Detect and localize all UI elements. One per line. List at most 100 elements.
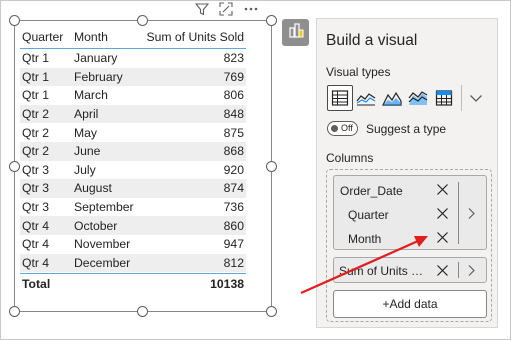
toggle-state-label: Off [341, 123, 353, 133]
measure-field-pill[interactable]: Sum of Units Sold [333, 257, 487, 283]
column-header-quarter[interactable]: Quarter [20, 30, 74, 44]
cell-quarter: Qtr 2 [22, 125, 50, 140]
table-row: Qtr 3 July 920 [20, 161, 246, 180]
table-row: Qtr 3 September 736 [20, 198, 246, 217]
cell-quarter: Qtr 3 [22, 181, 50, 196]
cell-quarter: Qtr 2 [22, 144, 50, 159]
resize-handle-middle-right[interactable] [266, 161, 277, 172]
table-row: Qtr 1 February 769 [20, 67, 246, 87]
build-visual-toggle-button[interactable] [282, 19, 309, 46]
cell-month: August [74, 181, 112, 196]
resize-handle-bottom-center[interactable] [137, 306, 148, 317]
table-row: Qtr 1 January 823 [20, 49, 246, 68]
table-header-row: Quarter Month Sum of Units Sold [20, 25, 246, 49]
cell-month: December [74, 255, 131, 270]
remove-quarter-close-icon[interactable] [436, 207, 449, 225]
table-row: Qtr 4 December 812 [20, 253, 246, 273]
cell-units-sold: 769 [223, 69, 244, 84]
cell-units-sold: 812 [223, 255, 244, 270]
focus-mode-icon[interactable] [219, 2, 233, 16]
visual-types-label: Visual types [326, 65, 391, 79]
cell-units-sold: 806 [223, 88, 244, 103]
cell-quarter: Qtr 4 [22, 237, 50, 252]
measure-field-name: Sum of Units Sold [339, 264, 431, 278]
expand-measure-chevron-right-icon[interactable] [467, 264, 476, 282]
table-row: Qtr 2 May 875 [20, 123, 246, 142]
hierarchy-name: Order_Date [340, 184, 403, 198]
cell-month: June [74, 144, 101, 159]
total-value: 10138 [210, 276, 244, 291]
cell-month: July [74, 162, 96, 177]
hierarchy-field-group[interactable]: Order_Date Quarter Month [333, 175, 487, 250]
cell-units-sold: 848 [223, 107, 244, 122]
cell-quarter: Qtr 3 [22, 162, 50, 177]
toggle-knob [331, 125, 338, 132]
build-visual-icon [287, 21, 305, 44]
hierarchy-level-month: Month [348, 232, 382, 246]
line-chart-icon[interactable] [353, 85, 379, 111]
columns-label: Columns [326, 151, 374, 165]
add-data-button[interactable]: +Add data [333, 290, 487, 318]
remove-hierarchy-close-icon[interactable] [436, 183, 449, 201]
total-label: Total [22, 276, 51, 291]
cell-month: September [74, 200, 134, 215]
cell-units-sold: 875 [223, 125, 244, 140]
cell-quarter: Qtr 3 [22, 200, 50, 215]
cell-units-sold: 868 [223, 144, 244, 159]
table-row: Qtr 2 April 848 [20, 104, 246, 124]
cell-units-sold: 736 [223, 200, 244, 215]
area-chart-icon[interactable] [379, 85, 405, 111]
table-row: Qtr 1 March 806 [20, 86, 246, 105]
table-total-row: Total 10138 [20, 273, 246, 293]
resize-handle-middle-left[interactable] [9, 161, 20, 172]
columns-field-well: Order_Date Quarter Month Sum of Units So… [326, 169, 492, 322]
expand-visual-types-chevron-icon[interactable] [468, 85, 484, 111]
cell-month: May [74, 125, 98, 140]
table-row: Qtr 4 October 860 [20, 216, 246, 235]
cell-quarter: Qtr 1 [22, 88, 50, 103]
table-icon[interactable] [327, 85, 353, 111]
build-visual-pane: Build a visual Visual types Off Suggest … [316, 18, 498, 328]
expand-hierarchy-chevron-right-icon[interactable] [467, 207, 476, 225]
column-header-sum-units[interactable]: Sum of Units Sold [140, 30, 246, 44]
cell-units-sold: 874 [223, 181, 244, 196]
suggest-type-toggle[interactable]: Off [327, 121, 358, 136]
cell-month: October [74, 218, 118, 233]
remove-measure-close-icon[interactable] [436, 264, 449, 282]
visual-header-icons [195, 1, 259, 17]
matrix-icon[interactable] [431, 85, 457, 111]
cell-units-sold: 947 [223, 237, 244, 252]
column-header-month[interactable]: Month [74, 30, 140, 44]
cell-quarter: Qtr 2 [22, 107, 50, 122]
table-row: Qtr 3 August 874 [20, 179, 246, 198]
resize-handle-bottom-right[interactable] [266, 306, 277, 317]
remove-month-close-icon[interactable] [436, 231, 449, 249]
data-table: Quarter Month Sum of Units Sold Qtr 1 Jan… [20, 25, 246, 293]
cell-quarter: Qtr 4 [22, 218, 50, 233]
table-row: Qtr 2 June 868 [20, 141, 246, 161]
resize-handle-top-right[interactable] [266, 15, 277, 26]
stacked-area-chart-icon[interactable] [405, 85, 431, 111]
visual-types-gallery [327, 83, 490, 113]
hierarchy-level-quarter: Quarter [348, 208, 389, 222]
cell-month: November [74, 237, 131, 252]
resize-handle-bottom-left[interactable] [9, 306, 20, 317]
more-options-icon[interactable] [243, 2, 259, 16]
cell-units-sold: 920 [223, 162, 244, 177]
visual-types-divider [461, 85, 462, 111]
cell-quarter: Qtr 4 [22, 255, 50, 270]
cell-units-sold: 823 [223, 51, 244, 66]
cell-month: February [74, 69, 123, 84]
measure-divider [458, 262, 459, 278]
suggest-type-label: Suggest a type [366, 122, 447, 136]
cell-quarter: Qtr 1 [22, 69, 50, 84]
resize-handle-top-left[interactable] [9, 15, 20, 26]
cell-month: January [74, 51, 118, 66]
pane-title: Build a visual [326, 32, 418, 49]
table-row: Qtr 4 November 947 [20, 235, 246, 254]
filter-icon[interactable] [195, 2, 209, 16]
cell-quarter: Qtr 1 [22, 51, 50, 66]
cell-units-sold: 860 [223, 218, 244, 233]
hierarchy-divider [458, 182, 459, 244]
cell-month: March [74, 88, 108, 103]
